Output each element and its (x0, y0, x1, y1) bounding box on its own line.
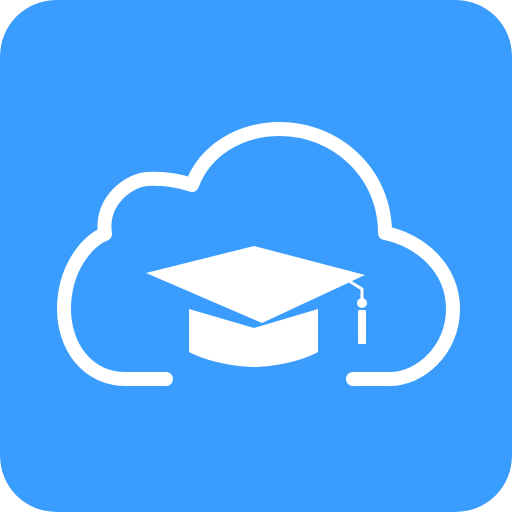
app-icon-graphic (0, 0, 512, 512)
tassel (358, 310, 366, 344)
tassel-knot (357, 298, 367, 308)
app-icon[interactable] (0, 0, 512, 512)
